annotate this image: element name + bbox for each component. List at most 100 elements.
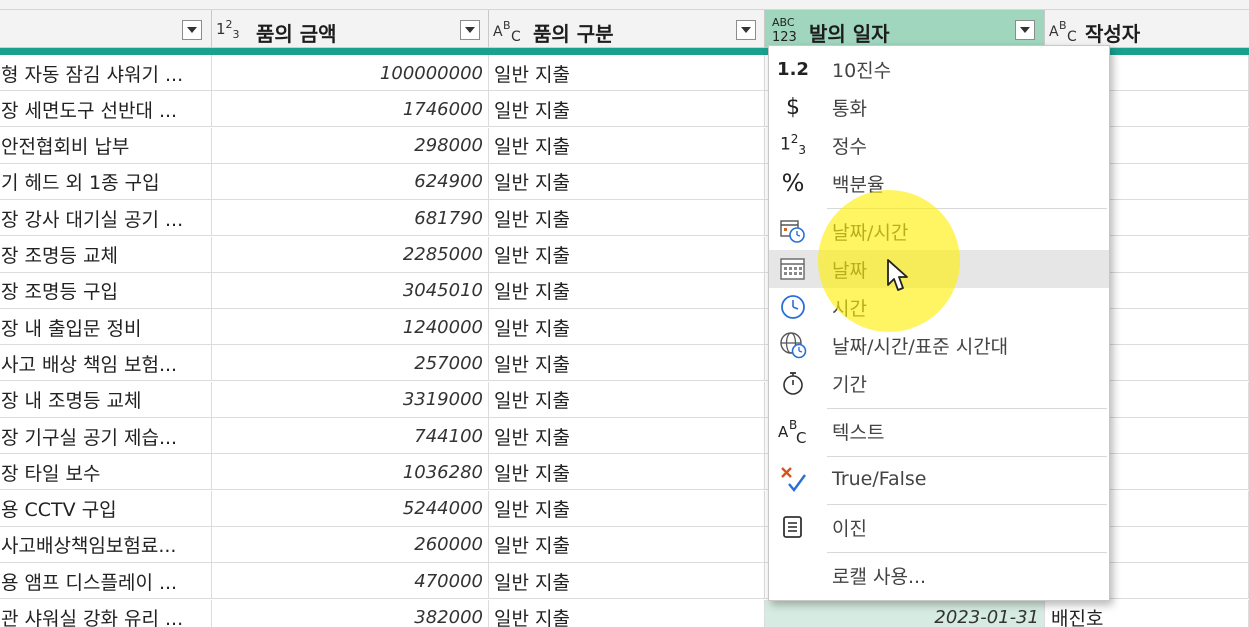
column-header-label: 발의 일자 [809, 22, 890, 46]
stopwatch-icon [777, 367, 809, 399]
boolean-icon [777, 463, 809, 495]
binary-icon [777, 511, 809, 543]
text-type-icon[interactable]: ABC [1049, 16, 1081, 47]
cell-amount[interactable]: 744100 [212, 418, 489, 454]
cell-category[interactable]: 일반 지출 [489, 563, 765, 600]
menu-item-percent[interactable]: % 백분율 [769, 164, 1109, 202]
cell-amount[interactable]: 257000 [212, 345, 489, 382]
cell-name[interactable]: 형 자동 잠김 샤워기 ... [0, 55, 212, 91]
cell-amount[interactable]: 681790 [212, 200, 489, 237]
column-filter-button[interactable] [460, 20, 480, 40]
cell-category[interactable]: 일반 지출 [489, 454, 765, 491]
cell-amount[interactable]: 100000000 [212, 55, 489, 91]
svg-text:A: A [778, 423, 789, 441]
column-filter-button[interactable] [736, 20, 756, 40]
menu-item-label: 백분율 [832, 173, 885, 196]
column-filter-button[interactable] [182, 20, 202, 40]
cell-order-date[interactable]: 2023-01-31 [765, 599, 1045, 627]
column-header-category[interactable]: ABC 품의 구분 [489, 10, 765, 48]
cell-category[interactable]: 일반 지출 [489, 91, 765, 128]
menu-item-label: 이진 [832, 517, 867, 540]
currency-icon: $ [786, 94, 800, 120]
menu-item-date[interactable]: 날짜 [769, 250, 1109, 288]
cell-category[interactable]: 일반 지출 [489, 163, 765, 200]
cell-name[interactable]: 기 헤드 외 1종 구입 [0, 163, 212, 200]
cell-amount[interactable]: 3319000 [212, 381, 489, 418]
cell-name[interactable]: 장 타일 보수 [0, 454, 212, 491]
cell-category[interactable]: 일반 지출 [489, 309, 765, 346]
column-header-order-date[interactable]: ABC 123 발의 일자 [765, 10, 1045, 48]
cell-amount[interactable]: 298000 [212, 127, 489, 164]
cell-amount[interactable]: 1240000 [212, 309, 489, 346]
menu-item-duration[interactable]: 기간 [769, 364, 1109, 402]
cell-amount[interactable]: 470000 [212, 563, 489, 600]
cell-amount[interactable]: 3045010 [212, 272, 489, 309]
column-filter-button[interactable] [1015, 20, 1035, 40]
menu-item-decimal[interactable]: 1.2 10진수 [769, 50, 1109, 88]
cell-amount[interactable]: 1746000 [212, 91, 489, 128]
cell-name[interactable]: 장 강사 대기실 공기 ... [0, 200, 212, 237]
cell-category[interactable]: 일반 지출 [489, 236, 765, 273]
cell-name[interactable]: 관 샤워실 강화 유리 ... [0, 599, 212, 627]
cell-name[interactable]: 장 기구실 공기 제습... [0, 418, 212, 454]
cell-name[interactable]: 장 세면도구 선반대 ... [0, 91, 212, 128]
cell-amount[interactable]: 624900 [212, 163, 489, 200]
cell-name[interactable]: 장 내 출입문 정비 [0, 309, 212, 346]
cell-name[interactable]: 용 앰프 디스플레이 ... [0, 563, 212, 600]
column-header-amount[interactable]: 123 품의 금액 [212, 10, 489, 48]
column-header-label: 품의 구분 [533, 22, 614, 46]
menu-separator [827, 456, 1107, 457]
menu-item-label: True/False [832, 468, 927, 490]
menu-item-datetime[interactable]: 날짜/시간 [769, 212, 1109, 250]
column-header-label: 품의 금액 [256, 22, 337, 46]
cell-category[interactable]: 일반 지출 [489, 200, 765, 237]
svg-text:ABC: ABC [772, 16, 795, 29]
cell-name[interactable]: 장 조명등 교체 [0, 236, 212, 273]
cell-amount[interactable]: 382000 [212, 599, 489, 627]
text-type-icon[interactable]: ABC [493, 16, 525, 47]
svg-text:123: 123 [772, 30, 797, 44]
cell-category[interactable]: 일반 지출 [489, 526, 765, 563]
column-header-author[interactable]: ABC 작성자 [1045, 10, 1249, 48]
menu-item-currency[interactable]: $ 통화 [769, 88, 1109, 126]
svg-text:A: A [493, 24, 503, 40]
column-header-label: 작성자 [1085, 22, 1141, 46]
cell-category[interactable]: 일반 지출 [489, 418, 765, 454]
cell-name[interactable]: 장 조명등 구입 [0, 272, 212, 309]
cell-author[interactable]: 배진호 [1045, 599, 1249, 627]
svg-text:C: C [796, 429, 806, 445]
cell-category[interactable]: 일반 지출 [489, 55, 765, 91]
menu-item-use-locale[interactable]: 로캘 사용... [769, 556, 1109, 594]
clock-icon [777, 291, 809, 323]
cell-name[interactable]: 사고 배상 책임 보험... [0, 345, 212, 382]
cell-amount[interactable]: 2285000 [212, 236, 489, 273]
column-header-name[interactable] [0, 10, 212, 48]
cell-category[interactable]: 일반 지출 [489, 490, 765, 527]
menu-item-binary[interactable]: 이진 [769, 508, 1109, 546]
cell-amount[interactable]: 260000 [212, 526, 489, 563]
menu-separator [827, 552, 1107, 553]
cell-amount[interactable]: 1036280 [212, 454, 489, 491]
data-type-menu: 1.2 10진수 $ 통화 123 정수 % 백분율 날짜/시간 날짜 시간 날… [768, 45, 1110, 601]
cell-name[interactable]: 장 내 조명등 교체 [0, 381, 212, 418]
cell-category[interactable]: 일반 지출 [489, 381, 765, 418]
svg-text:C: C [511, 29, 521, 44]
any-type-icon[interactable]: ABC 123 [771, 14, 801, 47]
cell-name[interactable]: 사고배상책임보험료... [0, 526, 212, 563]
menu-item-label: 정수 [832, 135, 867, 158]
cell-category[interactable]: 일반 지출 [489, 345, 765, 382]
cell-name[interactable]: 안전협회비 납부 [0, 127, 212, 164]
menu-item-boolean[interactable]: True/False [769, 460, 1109, 498]
integer-type-icon[interactable]: 123 [216, 19, 240, 40]
menu-item-text[interactable]: ABC 텍스트 [769, 412, 1109, 450]
menu-item-integer[interactable]: 123 정수 [769, 126, 1109, 164]
cell-category[interactable]: 일반 지출 [489, 599, 765, 627]
cell-amount[interactable]: 5244000 [212, 490, 489, 527]
menu-item-time[interactable]: 시간 [769, 288, 1109, 326]
table-row[interactable]: 관 샤워실 강화 유리 ... 382000 일반 지출 2023-01-31 배진호 [0, 599, 1249, 627]
cell-category[interactable]: 일반 지출 [489, 272, 765, 309]
integer-icon: 123 [779, 132, 807, 158]
menu-item-datetimezone[interactable]: 날짜/시간/표준 시간대 [769, 326, 1109, 364]
cell-name[interactable]: 용 CCTV 구입 [0, 490, 212, 527]
cell-category[interactable]: 일반 지출 [489, 127, 765, 164]
